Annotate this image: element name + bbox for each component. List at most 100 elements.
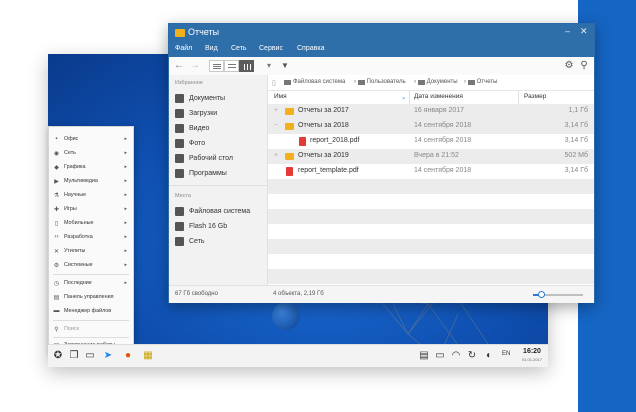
zoom-slider[interactable]	[533, 291, 583, 298]
clipboard-icon[interactable]: ▤	[418, 350, 430, 362]
start-menu-item[interactable]: ▬ Менеджер файлов	[53, 305, 129, 317]
usb-icon	[175, 221, 184, 231]
sidebar-item-documents[interactable]: Документы	[175, 92, 225, 104]
empty-row	[268, 179, 594, 194]
window-titlebar[interactable]: Отчеты – ✕	[169, 24, 594, 42]
start-menu-item[interactable]: ⚙ Системные ▸	[53, 259, 129, 271]
gear-icon[interactable]: ⚙	[563, 60, 575, 72]
clock-time[interactable]: 16:20	[518, 348, 546, 355]
archive-icon[interactable]: ▦	[142, 350, 154, 362]
chevron-right-icon: ▸	[124, 206, 127, 212]
close-icon[interactable]: ✕	[580, 26, 588, 37]
start-menu-item[interactable]: ◆ Графика ▸	[53, 161, 129, 173]
empty-row	[268, 269, 594, 284]
breadcrumb-item[interactable]: › Документы	[414, 79, 458, 85]
windows-switcher-icon[interactable]: ❐	[68, 350, 80, 362]
column-size[interactable]: Размер	[524, 93, 546, 100]
pdf-file-icon	[286, 167, 293, 176]
column-name[interactable]: Имя	[274, 93, 287, 100]
camera-icon	[175, 138, 184, 148]
sort-chevron-icon[interactable]: ⌄	[401, 93, 406, 101]
zoom-slider-handle[interactable]	[537, 291, 545, 298]
menu-service[interactable]: Сервис	[259, 45, 283, 52]
sidebar-item-programs[interactable]: Программы	[175, 167, 227, 179]
sidebar-item-desktop[interactable]: Рабочий стол	[175, 152, 233, 164]
sidebar-item-flash[interactable]: Flash 16 Gb	[175, 220, 227, 232]
folder-icon	[417, 79, 425, 85]
back-icon[interactable]: ←	[173, 60, 185, 72]
start-menu-icon[interactable]: ✪	[52, 350, 64, 362]
firefox-icon[interactable]: ●	[122, 350, 134, 362]
chevron-right-icon: ▸	[124, 136, 127, 142]
sort-dropdown-icon[interactable]: ▾	[265, 60, 273, 72]
start-menu-item[interactable]: ✕ Утилиты ▸	[53, 245, 129, 257]
table-row[interactable]: report_2018.pdf 14 сентября 2018 3,14 Гб	[268, 134, 594, 149]
sidebar-item-network[interactable]: Сеть	[175, 235, 205, 247]
grid-view-button[interactable]	[224, 60, 239, 72]
volume-icon[interactable]: ◖	[482, 350, 494, 362]
start-menu-item[interactable]: ‹› Разработка ▸	[53, 231, 129, 243]
refresh-icon[interactable]: ↻	[466, 350, 478, 362]
sidebar-item-downloads[interactable]: Загрузки	[175, 107, 217, 119]
column-date[interactable]: Дата изменения	[414, 93, 463, 100]
file-manager-icon[interactable]: ▭	[84, 350, 96, 362]
menu-view[interactable]: Вид	[205, 45, 218, 52]
minimize-icon[interactable]: –	[565, 26, 570, 36]
start-menu-item[interactable]: ⚗ Научные ▸	[53, 189, 129, 201]
table-row[interactable]: − Отчеты за 2018 14 сентября 2018 3,14 Г…	[268, 119, 594, 134]
column-headers: Имя ⌄ Дата изменения Размер	[268, 90, 594, 105]
telegram-icon[interactable]: ➤	[102, 350, 114, 362]
start-menu-item[interactable]: ▪ Офис ▸	[53, 133, 129, 145]
status-bar: 67 Гб свободно 4 объекта, 2,19 Гб	[169, 285, 594, 303]
breadcrumb-item[interactable]: › Отчеты	[464, 79, 497, 85]
breadcrumb-item[interactable]: › Пользователь	[354, 79, 406, 85]
clock-icon: ◷	[53, 280, 60, 287]
folder-icon	[175, 29, 185, 37]
folder-icon: ▬	[53, 308, 60, 314]
start-menu-item[interactable]: ◷ Последние ▸	[53, 277, 129, 289]
breadcrumb-root[interactable]: ▯	[272, 79, 276, 87]
expand-icon[interactable]: +	[274, 152, 278, 159]
expand-icon[interactable]: +	[274, 107, 278, 114]
divider	[518, 90, 519, 104]
toolbar: ← → ▾ ▼ ⚙ ⚲	[169, 57, 594, 76]
table-row[interactable]: report_template.pdf 14 сентября 2018 3,1…	[268, 164, 594, 179]
start-menu-item[interactable]: ▶ Мультимедиа ▸	[53, 175, 129, 187]
chevron-right-icon: ▸	[124, 150, 127, 156]
display-icon[interactable]: ▭	[434, 350, 446, 362]
start-menu-item[interactable]: ▤ Панель управления	[53, 291, 129, 303]
sidebar-item-photo[interactable]: Фото	[175, 137, 205, 149]
code-icon: ‹›	[54, 234, 59, 240]
empty-row	[268, 254, 594, 269]
start-menu-search[interactable]: ⚲ Поиск	[53, 323, 129, 335]
breadcrumb-item[interactable]: Файловая система	[284, 79, 345, 85]
wifi-icon[interactable]: ◠	[450, 350, 462, 362]
sidebar-item-video[interactable]: Видео	[175, 122, 209, 134]
start-menu-item[interactable]: ✚ Игры ▸	[53, 203, 129, 215]
menu-help[interactable]: Справка	[297, 45, 324, 52]
menu-bar: Файл Вид Сеть Сервис Справка	[169, 42, 594, 57]
taskbar: ✪ ❐ ▭ ➤ ● ▦ ▤ ▭ ◠ ↻ ◖ EN 16:20 01.01.201…	[48, 344, 548, 367]
wallpaper-orb	[272, 302, 300, 330]
search-icon[interactable]: ⚲	[578, 60, 590, 72]
list-view-button[interactable]	[209, 60, 224, 72]
table-row[interactable]: + Отчеты за 2019 Вчера в 21:52 502 Мб	[268, 149, 594, 164]
chevron-right-icon: ▸	[124, 262, 127, 268]
menu-network[interactable]: Сеть	[231, 45, 247, 52]
globe-icon: ◉	[53, 150, 60, 157]
sidebar-item-filesystem[interactable]: Файловая система	[175, 205, 250, 217]
start-menu-item[interactable]: ◉ Сеть ▸	[53, 147, 129, 159]
chevron-right-icon: ▸	[124, 192, 127, 198]
filter-icon[interactable]: ▼	[279, 60, 291, 72]
columns-view-button[interactable]	[239, 60, 254, 72]
gamepad-icon: ✚	[53, 206, 60, 213]
collapse-icon[interactable]: −	[274, 122, 278, 129]
divider	[53, 337, 129, 338]
menu-file[interactable]: Файл	[175, 45, 192, 52]
gear-icon: ⚙	[53, 262, 60, 269]
play-icon: ▶	[54, 178, 59, 185]
table-row[interactable]: + Отчеты за 2017 16 января 2017 1,1 Гб	[268, 104, 594, 119]
forward-icon[interactable]: →	[189, 60, 201, 72]
keyboard-layout[interactable]: EN	[502, 351, 510, 357]
start-menu-item[interactable]: ▯ Мобильные ▸	[53, 217, 129, 229]
